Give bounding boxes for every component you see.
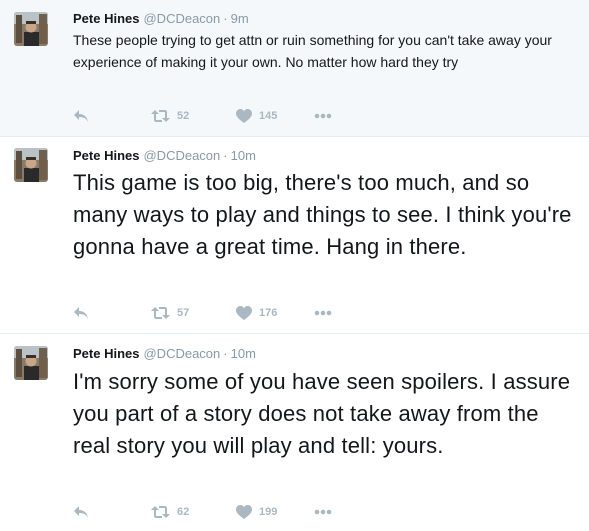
more-button[interactable] [314,303,332,323]
tweet-text: I'm sorry some of you have seen spoilers… [73,369,571,458]
like-count: 145 [259,110,278,122]
retweet-button[interactable]: 57 [151,303,189,323]
like-button[interactable]: 199 [236,502,277,522]
heart-icon [236,109,252,123]
avatar[interactable] [14,12,48,46]
tweet-header: Pete Hines @DCDeacon · 10m [73,148,256,163]
author-name[interactable]: Pete Hines [73,11,139,26]
timestamp[interactable]: 10m [231,148,256,163]
more-icon [314,113,332,119]
separator: · [223,11,228,26]
avatar[interactable] [14,148,48,182]
tweet-3[interactable]: Pete Hines @DCDeacon · 10m I'm sorry some o… [0,334,589,531]
more-icon [314,509,332,515]
author-handle[interactable]: @DCDeacon [143,346,220,361]
tweet-2[interactable]: Pete Hines @DCDeacon · 10m This game is too… [0,137,589,334]
retweet-icon [151,110,170,122]
timeline: Pete Hines @DCDeacon · 9m These people tryi… [0,0,589,531]
more-button[interactable] [314,502,332,522]
more-button[interactable] [314,106,332,126]
retweet-count: 57 [177,307,190,319]
more-icon [314,310,332,316]
heart-icon [236,505,252,519]
avatar[interactable] [14,346,48,380]
reply-button[interactable] [73,303,89,323]
like-count: 176 [259,307,278,319]
author-name[interactable]: Pete Hines [73,148,139,163]
reply-icon [74,110,88,122]
separator: · [223,148,228,163]
like-count: 199 [259,506,278,518]
like-button[interactable]: 176 [236,303,277,323]
tweet-header: Pete Hines @DCDeacon · 9m [73,11,249,26]
author-name[interactable]: Pete Hines [73,346,139,361]
tweet-header: Pete Hines @DCDeacon · 10m [73,346,256,361]
timestamp[interactable]: 9m [231,11,249,26]
reply-button[interactable] [73,502,89,522]
heart-icon [236,306,252,320]
retweet-icon [151,307,170,319]
author-handle[interactable]: @DCDeacon [143,148,220,163]
retweet-button[interactable]: 62 [151,502,189,522]
tweet-text: These people trying to get attn or ruin … [73,32,552,70]
timestamp[interactable]: 10m [231,346,256,361]
separator: · [223,346,228,361]
tweet-1[interactable]: Pete Hines @DCDeacon · 9m These people tryi… [0,0,589,137]
retweet-count: 62 [177,506,190,518]
author-handle[interactable]: @DCDeacon [143,11,220,26]
like-button[interactable]: 145 [236,106,277,126]
retweet-count: 52 [177,110,190,122]
retweet-button[interactable]: 52 [151,106,189,126]
tweet-text: This game is too big, there's too much, … [73,170,572,259]
retweet-icon [151,506,170,518]
reply-icon [74,506,88,518]
reply-button[interactable] [73,106,89,126]
reply-icon [74,307,88,319]
